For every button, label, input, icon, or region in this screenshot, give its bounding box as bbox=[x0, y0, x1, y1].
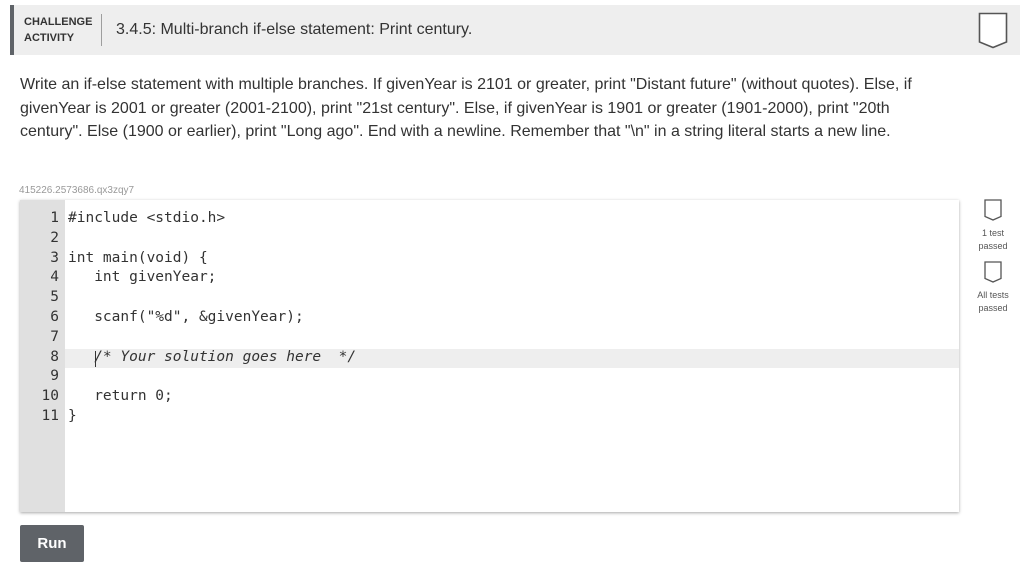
test1-label-line1: 1 test bbox=[981, 228, 1004, 238]
code-line[interactable]: 7 bbox=[20, 328, 959, 348]
code-id: 415226.2573686.qx3zqy7 bbox=[19, 185, 135, 196]
code-lines[interactable]: 1 #include <stdio.h> 2 3 int main(void) { … bbox=[20, 209, 959, 427]
test1-label-line2: passed bbox=[978, 241, 1008, 251]
code-line[interactable]: 2 bbox=[20, 229, 959, 249]
line-text[interactable]: #include <stdio.h> bbox=[68, 209, 225, 229]
bookmark-icon[interactable] bbox=[978, 12, 1008, 49]
challenge-label-line1: CHALLENGE bbox=[24, 16, 93, 28]
test-status-icon bbox=[984, 199, 1002, 221]
instructions-text: Write an if-else statement with multiple… bbox=[20, 76, 912, 140]
code-line[interactable]: 8 /* Your solution goes here */ bbox=[20, 348, 959, 368]
line-number: 7 bbox=[50, 328, 59, 345]
code-line[interactable]: 9 bbox=[20, 367, 959, 387]
activity-title: 3.4.5: Multi-branch if-else statement: P… bbox=[116, 21, 473, 38]
code-line[interactable]: 3 int main(void) { bbox=[20, 249, 959, 269]
code-editor[interactable]: 1 #include <stdio.h> 2 3 int main(void) { … bbox=[20, 200, 959, 512]
line-number: 6 bbox=[50, 308, 59, 325]
line-number: 2 bbox=[50, 229, 59, 246]
line-number: 3 bbox=[50, 249, 59, 266]
code-line[interactable]: 10 return 0; bbox=[20, 387, 959, 407]
line-text[interactable]: int givenYear; bbox=[68, 268, 216, 288]
test2-label-line1: All tests bbox=[977, 290, 1009, 300]
line-number: 9 bbox=[50, 368, 59, 385]
code-line[interactable]: 1 #include <stdio.h> bbox=[20, 209, 959, 229]
line-text[interactable]: } bbox=[68, 407, 77, 427]
line-number: 1 bbox=[50, 210, 59, 226]
line-text[interactable]: /* Your solution goes here */ bbox=[68, 348, 356, 368]
line-number: 4 bbox=[50, 269, 59, 286]
line-number: 8 bbox=[50, 348, 59, 365]
challenge-label-line2: ACTIVITY bbox=[24, 32, 75, 44]
line-number: 10 bbox=[41, 388, 59, 405]
test2-label-line2: passed bbox=[978, 303, 1008, 313]
line-text[interactable]: return 0; bbox=[68, 387, 173, 407]
run-button[interactable]: Run bbox=[20, 525, 84, 562]
line-text[interactable]: scanf("%d", &givenYear); bbox=[68, 308, 304, 328]
line-number: 11 bbox=[41, 407, 59, 424]
challenge-activity-label: CHALLENGE ACTIVITY bbox=[24, 14, 92, 46]
line-number: 5 bbox=[50, 289, 59, 306]
line-text[interactable]: int main(void) { bbox=[68, 249, 208, 269]
test1-status-label: 1 test passed bbox=[967, 227, 1019, 253]
code-line[interactable]: 5 bbox=[20, 288, 959, 308]
header-divider bbox=[101, 14, 102, 46]
test-status-icon bbox=[984, 261, 1002, 283]
challenge-header: CHALLENGE ACTIVITY 3.4.5: Multi-branch i… bbox=[10, 5, 1020, 55]
code-line[interactable]: 4 int givenYear; bbox=[20, 268, 959, 288]
code-line[interactable]: 6 scanf("%d", &givenYear); bbox=[20, 308, 959, 328]
header-accent-bar bbox=[10, 5, 14, 55]
test2-status-label: All tests passed bbox=[967, 289, 1019, 315]
text-cursor bbox=[95, 351, 96, 367]
code-line[interactable]: 11} bbox=[20, 407, 959, 427]
